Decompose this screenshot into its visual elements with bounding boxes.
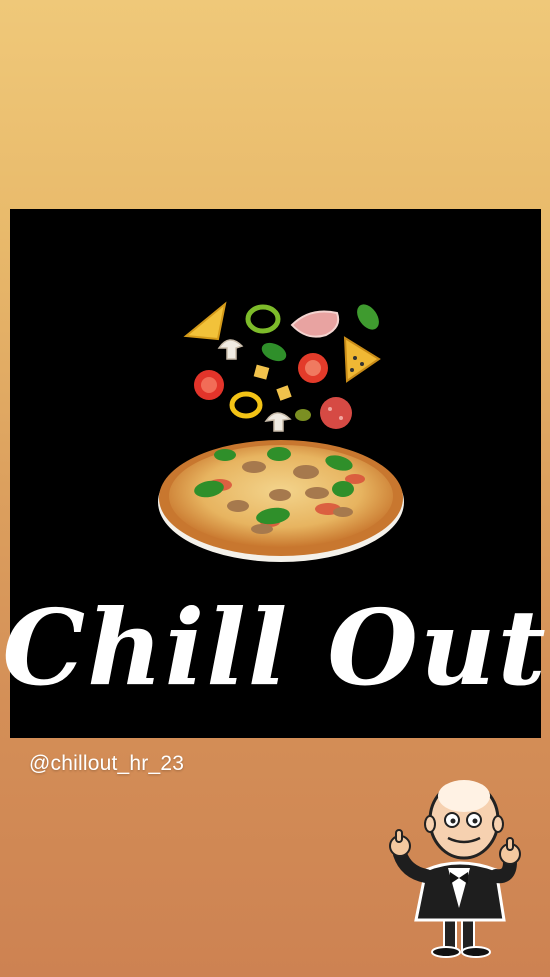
instagram-handle[interactable]: @chillout_hr_23 <box>29 752 184 776</box>
floating-toppings <box>183 301 381 432</box>
pizza <box>158 440 404 562</box>
waiter-thumbs-up-icon <box>389 780 521 958</box>
brand-logo-text: Chill Out <box>2 586 548 709</box>
